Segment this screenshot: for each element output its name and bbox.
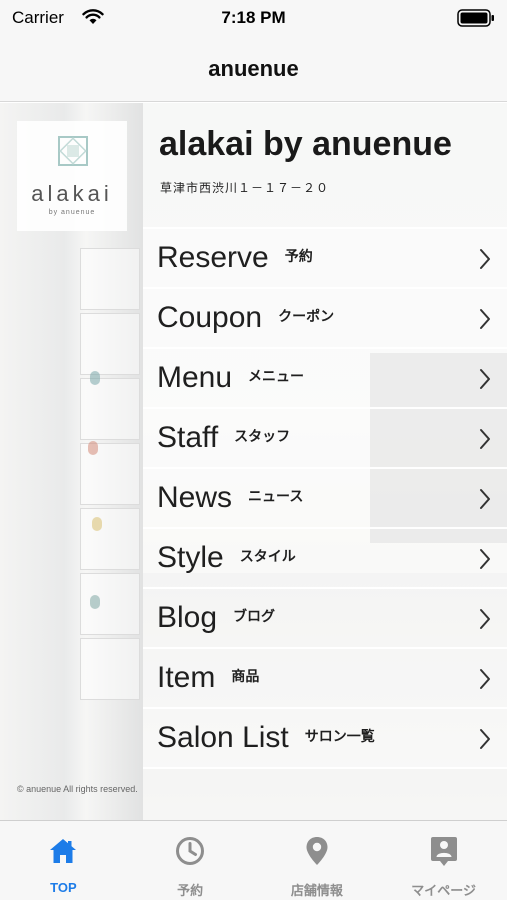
shop-address: 草津市西渋川１－１７－２０ bbox=[160, 181, 330, 195]
salon-logo: alakai by anuenue bbox=[17, 121, 127, 231]
tab-label: 予約 bbox=[177, 883, 204, 898]
menu-item-blog[interactable]: Blog ブログ bbox=[143, 589, 507, 649]
menu-item-label: News ニュース bbox=[157, 481, 304, 514]
menu-item-label: Salon List サロン一覧 bbox=[157, 721, 375, 754]
menu-item-sublabel: サロン一覧 bbox=[304, 728, 375, 745]
map-pin-icon bbox=[306, 837, 328, 865]
menu-list: Reserve 予約 Coupon クーポン Menu メニュー Staff スタッフ … bbox=[143, 227, 507, 769]
chevron-right-icon bbox=[480, 669, 490, 689]
tab-reserve[interactable]: 予約 bbox=[127, 821, 254, 900]
main-content: alakai by anuenue alakai by anuenue 草津市西… bbox=[0, 103, 507, 820]
copyright-text: © anuenue All rights reserved. bbox=[17, 784, 138, 794]
menu-item-sublabel: スタッフ bbox=[234, 428, 291, 445]
navigation-bar: anuenue bbox=[0, 38, 507, 102]
chevron-right-icon bbox=[480, 309, 490, 329]
tab-label: 店舗情報 bbox=[290, 883, 343, 898]
menu-item-sublabel: ニュース bbox=[248, 488, 304, 505]
menu-item-sublabel: 商品 bbox=[231, 668, 260, 685]
menu-item-sublabel: クーポン bbox=[278, 308, 335, 325]
menu-item-coupon[interactable]: Coupon クーポン bbox=[143, 289, 507, 349]
id-card-icon bbox=[430, 837, 457, 866]
tab-label: マイページ bbox=[411, 883, 476, 898]
chevron-right-icon bbox=[480, 429, 490, 449]
menu-item-label: Menu メニュー bbox=[157, 361, 305, 394]
menu-item-item[interactable]: Item 商品 bbox=[143, 649, 507, 709]
status-bar: Carrier 7:18 PM bbox=[0, 0, 507, 38]
chevron-right-icon bbox=[480, 609, 490, 629]
menu-item-label: Style スタイル bbox=[157, 541, 296, 574]
menu-item-sublabel: スタイル bbox=[239, 548, 296, 565]
menu-item-news[interactable]: News ニュース bbox=[143, 469, 507, 529]
tab-top[interactable]: TOP bbox=[0, 821, 127, 900]
menu-item-salon-list[interactable]: Salon List サロン一覧 bbox=[143, 709, 507, 769]
menu-item-label: Staff スタッフ bbox=[157, 421, 291, 454]
menu-item-sublabel: 予約 bbox=[284, 248, 313, 265]
menu-item-sublabel: ブログ bbox=[233, 608, 276, 625]
chevron-right-icon bbox=[480, 369, 490, 389]
menu-item-style[interactable]: Style スタイル bbox=[143, 529, 507, 589]
chevron-right-icon bbox=[480, 729, 490, 749]
menu-item-label: Coupon クーポン bbox=[157, 301, 335, 334]
menu-panel: alakai by anuenue 草津市西渋川１－１７－２０ Reserve 予… bbox=[143, 103, 507, 820]
status-time: 7:18 PM bbox=[221, 8, 286, 27]
menu-item-label: Blog ブログ bbox=[157, 601, 276, 634]
tab-label: TOP bbox=[50, 880, 77, 895]
chevron-right-icon bbox=[480, 489, 490, 509]
menu-item-reserve[interactable]: Reserve 予約 bbox=[143, 229, 507, 289]
tab-bar: TOP 予約 店舗情報 マイページ bbox=[0, 820, 507, 900]
logo-subtext: by anuenue bbox=[48, 209, 96, 216]
logo-text: alakai bbox=[31, 181, 113, 206]
menu-item-menu[interactable]: Menu メニュー bbox=[143, 349, 507, 409]
logo-mark-icon bbox=[58, 136, 88, 166]
clock-icon bbox=[176, 837, 205, 865]
battery-icon bbox=[457, 9, 494, 27]
chevron-right-icon bbox=[480, 249, 490, 269]
shop-name: alakai by anuenue bbox=[159, 125, 452, 163]
tab-store-info[interactable]: 店舗情報 bbox=[254, 821, 381, 900]
home-icon bbox=[50, 839, 77, 863]
menu-item-sublabel: メニュー bbox=[248, 368, 305, 385]
nav-title: anuenue bbox=[208, 56, 299, 81]
tab-mypage[interactable]: マイページ bbox=[380, 821, 507, 900]
menu-item-staff[interactable]: Staff スタッフ bbox=[143, 409, 507, 469]
menu-item-label: Reserve 予約 bbox=[157, 241, 313, 274]
chevron-right-icon bbox=[480, 549, 490, 569]
menu-item-label: Item 商品 bbox=[157, 661, 260, 694]
